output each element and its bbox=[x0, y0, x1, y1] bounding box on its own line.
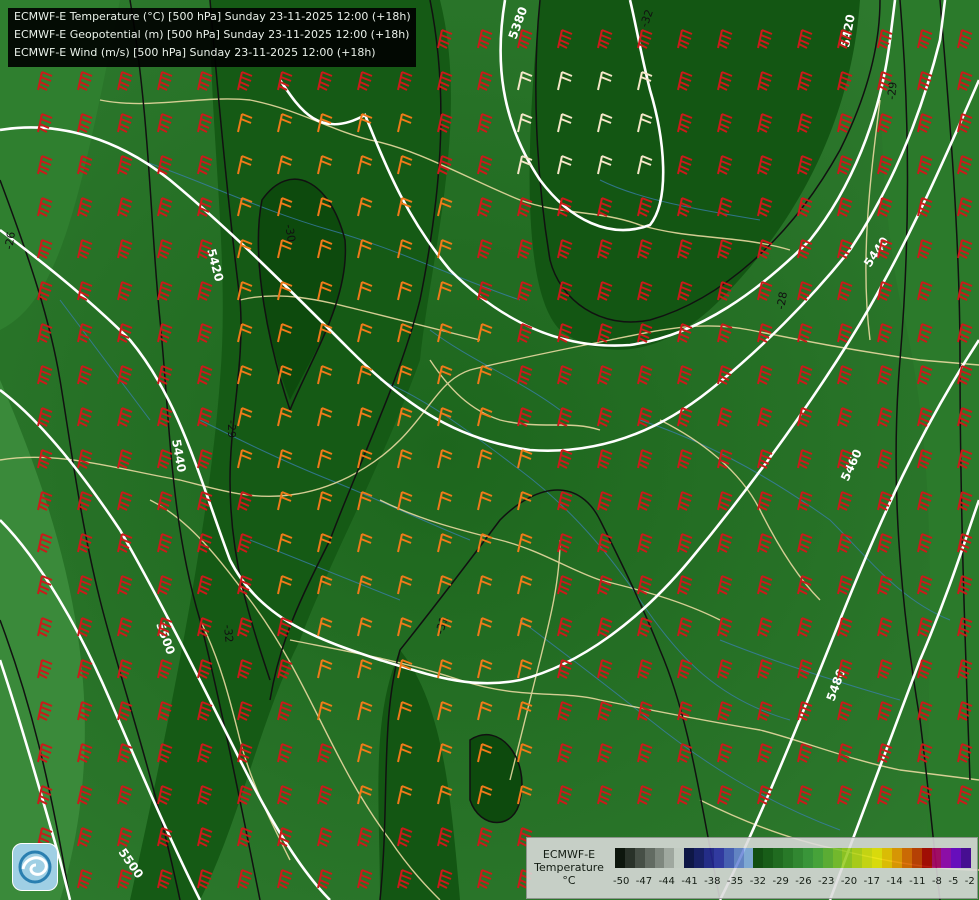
legend-tick: -38 bbox=[704, 876, 721, 887]
legend-tick: -14 bbox=[886, 876, 903, 887]
legend-swatch bbox=[911, 848, 922, 868]
header-line-geopotential: ECMWF-E Geopotential (m) [500 hPa] Sunda… bbox=[14, 28, 410, 41]
legend-swatch bbox=[862, 848, 873, 868]
legend-tick: -29 bbox=[772, 876, 789, 887]
temp-label: -29 bbox=[885, 81, 900, 100]
legend-swatch bbox=[615, 848, 625, 868]
legend-ticks: -50 -47 -44 -41 -38 -35 -32 -29 -26 -23 -20 -17 -14-… bbox=[613, 876, 975, 890]
legend-swatch bbox=[891, 848, 902, 868]
legend-swatch bbox=[872, 848, 883, 868]
legend-tick: -32 bbox=[749, 876, 767, 887]
legend-swatch bbox=[704, 848, 714, 868]
legend-swatch bbox=[624, 848, 635, 868]
legend-swatch bbox=[931, 848, 942, 868]
legend-swatch bbox=[763, 848, 774, 868]
legend-swatch bbox=[654, 848, 665, 868]
legend-swatch bbox=[882, 848, 892, 868]
legend-title: ECMWF-E Temperature °C bbox=[531, 848, 607, 887]
legend-swatch bbox=[753, 848, 764, 868]
legend-swatch bbox=[713, 848, 724, 868]
legend-tick: -17 bbox=[863, 876, 880, 887]
legend-tick: -44 bbox=[658, 876, 675, 887]
legend-swatch bbox=[684, 848, 695, 868]
legend-swatch bbox=[832, 848, 843, 868]
legend-swatch bbox=[793, 848, 803, 868]
weather-map: 5380 5420 5420 5440 5440 5460 5480 5500 … bbox=[0, 0, 979, 900]
legend-title-variable: Temperature bbox=[534, 861, 604, 874]
legend-swatch bbox=[901, 848, 912, 868]
legend-tick: -5 bbox=[948, 876, 959, 887]
legend-tick: -35 bbox=[726, 876, 744, 887]
legend-title-model: ECMWF-E bbox=[542, 848, 596, 861]
legend-swatch bbox=[802, 848, 813, 868]
legend-color-bar bbox=[615, 848, 972, 868]
legend-swatch bbox=[812, 848, 823, 868]
legend-swatch bbox=[733, 848, 744, 868]
legend-swatch bbox=[961, 848, 972, 868]
legend-unit: °C bbox=[562, 874, 576, 887]
header-line-temperature: ECMWF-E Temperature (°C) [500 hPa] Sunda… bbox=[14, 10, 411, 23]
legend-swatch bbox=[634, 848, 645, 868]
legend-tick: -23 bbox=[818, 876, 835, 887]
temp-label: -29 bbox=[225, 420, 238, 438]
legend-swatch bbox=[743, 848, 754, 868]
legend-tick: -20 bbox=[840, 876, 858, 887]
legend-swatch bbox=[822, 848, 833, 868]
legend-swatch bbox=[644, 848, 655, 868]
legend-tick: -2 bbox=[964, 876, 975, 887]
legend-swatch bbox=[842, 848, 853, 868]
legend-swatch bbox=[723, 848, 734, 868]
legend-swatch bbox=[773, 848, 784, 868]
temp-label: -32 bbox=[221, 624, 236, 643]
legend-swatch bbox=[694, 848, 705, 868]
map-header: ECMWF-E Temperature (°C) [500 hPa] Sunda… bbox=[8, 8, 416, 67]
legend-swatch bbox=[951, 848, 962, 868]
legend-swatch bbox=[921, 848, 932, 868]
legend-swatch bbox=[783, 848, 794, 868]
temperature-legend: ECMWF-E Temperature °C -50 -47 -44 -41 -38 -3… bbox=[526, 837, 978, 899]
legend-tick: -26 bbox=[795, 876, 812, 887]
legend-tick: -11 bbox=[909, 876, 926, 887]
legend-swatch bbox=[674, 848, 685, 868]
legend-tick: -47 bbox=[635, 876, 653, 887]
header-line-wind: ECMWF-E Wind (m/s) [500 hPa] Sunday 23-1… bbox=[14, 46, 376, 59]
legend-tick: -50 bbox=[613, 876, 630, 887]
legend-swatch bbox=[664, 848, 675, 868]
legend-tick: -8 bbox=[931, 876, 942, 887]
legend-swatch bbox=[941, 848, 952, 868]
legend-swatch bbox=[852, 848, 863, 868]
ecmwf-swirl-logo bbox=[12, 843, 58, 891]
legend-tick: -41 bbox=[681, 876, 698, 887]
